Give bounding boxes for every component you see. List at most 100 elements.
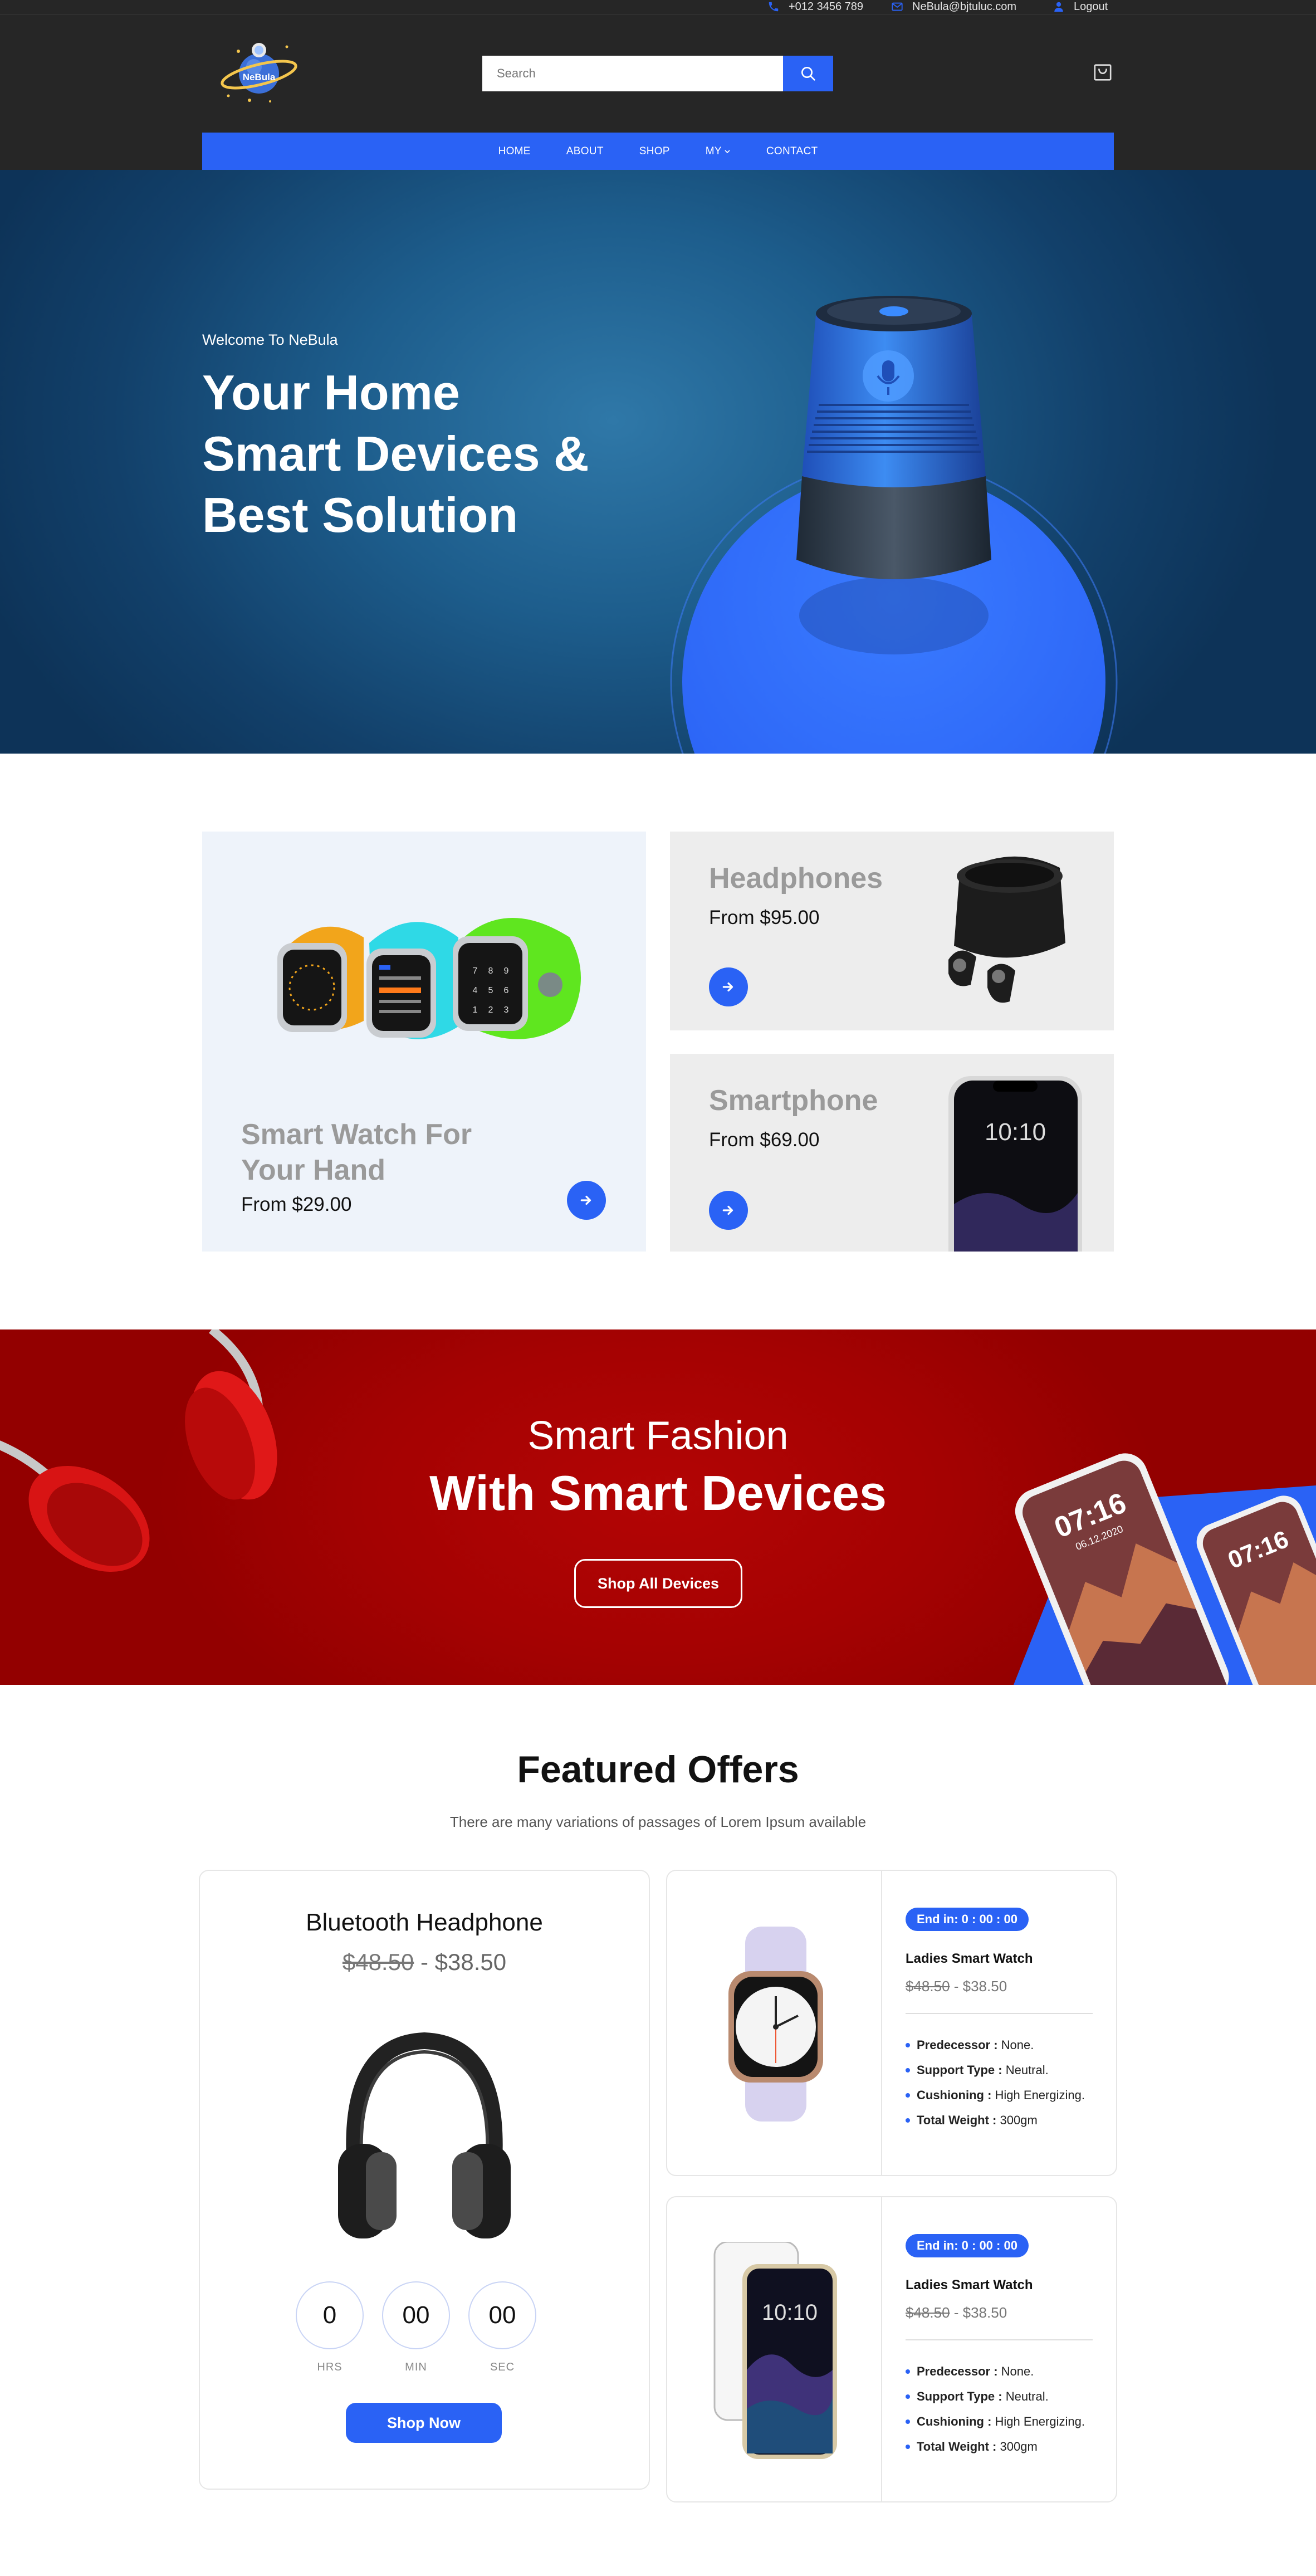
current-price: $38.50 [434, 1949, 507, 1975]
hero-welcome-text: Welcome To NeBula [202, 331, 338, 348]
old-price: $48.50 [906, 2304, 950, 2321]
offer-price: $48.50 - $38.50 [906, 2304, 1007, 2321]
user-icon [1054, 2, 1063, 12]
svg-text:5: 5 [488, 986, 493, 995]
smartwatches-image: 78 9 4 5 6 12 3 [277, 918, 581, 1039]
promo-card-headphones[interactable]: Headphones From $95.00 [670, 832, 1114, 1030]
featured-offers-title: Featured Offers [517, 1748, 799, 1791]
smartphone-price: From $69.00 [709, 1129, 820, 1151]
smartwatch-go-button[interactable] [567, 1181, 606, 1220]
headphones-price: From $95.00 [709, 907, 820, 928]
arrow-right-icon [722, 1205, 733, 1215]
shop-now-button[interactable]: Shop Now [346, 2403, 502, 2443]
cart-icon[interactable] [1092, 61, 1114, 84]
featured-offers-subtitle: There are many variations of passages of… [449, 1814, 867, 1830]
svg-text:9: 9 [504, 966, 509, 976]
offer-divider [881, 1871, 882, 2175]
nav-home-label: HOME [498, 145, 531, 157]
offer-product-name[interactable]: Ladies Smart Watch [906, 1951, 1033, 1967]
offer-separator-line [906, 2013, 1093, 2014]
nav-my-label: MY [705, 145, 722, 157]
offer-product-name[interactable]: Ladies Smart Watch [906, 2277, 1033, 2293]
price-separator: - [950, 1978, 963, 1995]
hero-title-line: Your Home [202, 365, 460, 420]
countdown-hours-label: HRS [317, 2361, 343, 2373]
offer-spec-list: Predecessor : None. Support Type : Neutr… [906, 2032, 1085, 2133]
spec-item: Support Type : Neutral. [906, 2384, 1085, 2409]
promo-card-smartphone[interactable]: Smartphone From $69.00 10:10 [670, 1054, 1114, 1252]
smartphone-go-button[interactable] [709, 1191, 748, 1230]
logout-label: Logout [1074, 0, 1108, 13]
current-price: $38.50 [962, 2304, 1007, 2321]
smartwatch-title-line: Smart Watch For [241, 1118, 472, 1151]
smartphone-image: 10:10 [948, 1076, 1082, 1252]
banner-phones-image: 07:16 06.12.2020 07:16 [1014, 1453, 1316, 1685]
svg-text:8: 8 [488, 966, 493, 976]
svg-text:6: 6 [504, 986, 509, 995]
promo-card-smartwatch[interactable]: 78 9 4 5 6 12 3 Smart Watch For Your Hand Fr… [202, 832, 646, 1252]
spec-item: Total Weight : 300gm [906, 2434, 1085, 2459]
nav-about[interactable]: ABOUT [549, 145, 622, 158]
price-separator: - [950, 2304, 963, 2321]
offer-spec-list: Predecessor : None. Support Type : Neutr… [906, 2359, 1085, 2459]
nebula-logo[interactable]: NeBula [217, 35, 301, 113]
logout-link[interactable]: Logout [1053, 0, 1108, 13]
ladies-smartwatch-image [728, 1927, 823, 2122]
phone-number: +012 3456 789 [789, 0, 864, 13]
spec-item: Cushioning : High Energizing. [906, 2409, 1085, 2434]
nav-my-dropdown[interactable]: MY [688, 145, 748, 158]
current-price: $38.50 [962, 1978, 1007, 1995]
earbuds-image [948, 856, 1065, 1003]
smartwatch-title: Smart Watch For Your Hand [241, 1117, 472, 1188]
offer-phone-screen-time: 10:10 [762, 2300, 818, 2325]
chevron-down-icon [725, 149, 730, 153]
site-header: +012 3456 789 NeBula@bjtuluc.com Logout … [0, 0, 1316, 170]
envelope-icon [892, 2, 903, 11]
headphones-go-button[interactable] [709, 967, 748, 1006]
search-bar [482, 56, 833, 91]
hero-section: Welcome To NeBula Your Home Smart Device… [0, 170, 1316, 754]
smart-fashion-banner: Smart Fashion With Smart Devices Shop Al… [0, 1329, 1316, 1685]
spec-item: Support Type : Neutral. [906, 2057, 1085, 2083]
offer-product-name[interactable]: Bluetooth Headphone [200, 1909, 649, 1937]
bluetooth-headphone-image [338, 2032, 511, 2238]
spec-item: Predecessor : None. [906, 2359, 1085, 2384]
arrow-right-icon [580, 1195, 591, 1205]
spec-item: Cushioning : High Energizing. [906, 2083, 1085, 2108]
phone-icon [769, 2, 779, 12]
topbar-phone[interactable]: +012 3456 789 [767, 0, 863, 13]
offer-divider [881, 2197, 882, 2501]
countdown-hours: 0 [296, 2281, 364, 2349]
topbar-email[interactable]: NeBula@bjtuluc.com [891, 0, 1016, 13]
nav-home[interactable]: HOME [481, 145, 549, 158]
nav-contact[interactable]: CONTACT [748, 145, 836, 158]
nav-contact-label: CONTACT [766, 145, 818, 157]
svg-text:3: 3 [504, 1005, 509, 1015]
arrow-right-icon [722, 982, 733, 992]
search-input[interactable] [482, 56, 783, 91]
search-button[interactable] [783, 56, 833, 91]
spec-item: Total Weight : 300gm [906, 2108, 1085, 2133]
hero-title-line: Best Solution [202, 487, 518, 542]
offer-countdown-badge: End in: 0 : 00 : 00 [906, 1908, 1029, 1931]
svg-text:1: 1 [473, 1005, 478, 1015]
countdown-seconds-label: SEC [490, 2361, 515, 2373]
shop-all-devices-button[interactable]: Shop All Devices [574, 1559, 742, 1608]
svg-text:7: 7 [473, 966, 478, 976]
svg-text:4: 4 [473, 986, 478, 995]
main-navigation: HOME ABOUT SHOP MY CONTACT [202, 133, 1114, 170]
nav-shop[interactable]: SHOP [622, 145, 688, 158]
nav-about-label: ABOUT [566, 145, 604, 157]
offer-price: $48.50 - $38.50 [200, 1949, 649, 1976]
smartwatch-price: From $29.00 [241, 1194, 352, 1215]
logo-text: NeBula [243, 72, 276, 82]
old-price: $48.50 [906, 1978, 950, 1995]
offer-price: $48.50 - $38.50 [906, 1978, 1007, 1995]
offer-countdown-badge: End in: 0 : 00 : 00 [906, 2234, 1029, 2257]
countdown-minutes-label: MIN [405, 2361, 427, 2373]
smartphone-title: Smartphone [709, 1084, 878, 1117]
nav-shop-label: SHOP [639, 145, 670, 157]
price-separator: - [414, 1949, 435, 1975]
phone-screen-time: 10:10 [985, 1118, 1046, 1146]
smartwatch-title-line: Your Hand [241, 1154, 386, 1186]
